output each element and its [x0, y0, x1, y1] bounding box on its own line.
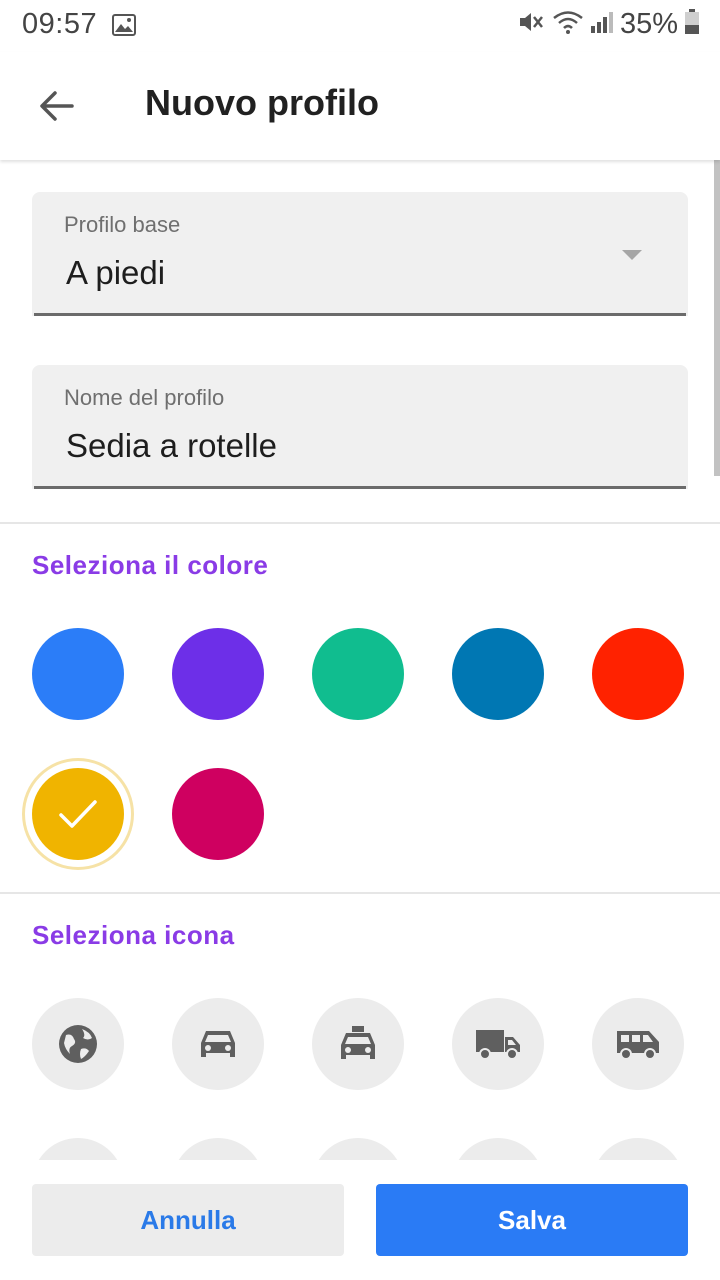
base-profile-value: A piedi: [66, 254, 166, 291]
status-bar: 09:57 35%: [0, 0, 720, 52]
icon-option-van[interactable]: [592, 998, 684, 1090]
taxi-icon: [341, 1026, 375, 1059]
app-bar: Nuovo profilo: [0, 52, 720, 160]
dropdown-arrow-icon: [622, 250, 642, 260]
wifi-icon: [552, 9, 584, 40]
scrollbar[interactable]: [714, 160, 720, 476]
car-icon: [201, 1031, 235, 1057]
mute-icon: [518, 9, 546, 40]
base-profile-dropdown[interactable]: Profilo base A piedi: [32, 192, 688, 316]
icon-option-taxi[interactable]: [312, 998, 404, 1090]
color-swatch-yellow[interactable]: [32, 768, 124, 860]
color-swatch-purple[interactable]: [172, 628, 264, 720]
content-area[interactable]: Profilo base A piedi Nome del profilo Se…: [0, 160, 720, 1160]
color-section-title: Seleziona il colore: [32, 550, 269, 580]
icon-option[interactable]: [592, 1138, 684, 1160]
save-button[interactable]: Salva: [376, 1184, 688, 1256]
image-notification-icon: [112, 14, 136, 41]
icon-option-car[interactable]: [172, 998, 264, 1090]
status-time: 09:57: [22, 8, 98, 40]
page-title: Nuovo profilo: [145, 82, 379, 123]
base-profile-label: Profilo base: [64, 212, 181, 237]
profile-name-field[interactable]: Nome del profilo Sedia a rotelle: [32, 365, 688, 489]
truck-icon: [476, 1030, 520, 1060]
icon-option[interactable]: [312, 1138, 404, 1160]
arrow-left-icon: [40, 91, 74, 121]
profile-name-input[interactable]: Sedia a rotelle: [66, 427, 277, 465]
icon-option[interactable]: [452, 1138, 544, 1160]
cancel-button[interactable]: Annulla: [32, 1184, 344, 1256]
icon-option[interactable]: [172, 1138, 264, 1160]
back-button[interactable]: [28, 80, 84, 132]
battery-percent: 35%: [619, 8, 678, 40]
color-swatch-green[interactable]: [312, 628, 404, 720]
icon-option[interactable]: [32, 1138, 124, 1160]
divider: [0, 522, 720, 524]
battery-icon: [684, 9, 700, 40]
check-icon: [59, 800, 97, 828]
color-swatch-red[interactable]: [592, 628, 684, 720]
color-swatch-blue[interactable]: [32, 628, 124, 720]
bottom-action-bar: Annulla Salva: [0, 1160, 720, 1280]
globe-icon: [59, 1025, 97, 1063]
icon-option-truck[interactable]: [452, 998, 544, 1090]
van-icon: [617, 1031, 659, 1060]
color-swatch-dark-blue[interactable]: [452, 628, 544, 720]
divider: [0, 892, 720, 894]
signal-icon: [590, 10, 614, 39]
profile-name-label: Nome del profilo: [64, 385, 225, 410]
icon-option-globe[interactable]: [32, 998, 124, 1090]
color-swatch-magenta[interactable]: [172, 768, 264, 860]
icon-section-title: Seleziona icona: [32, 920, 235, 950]
